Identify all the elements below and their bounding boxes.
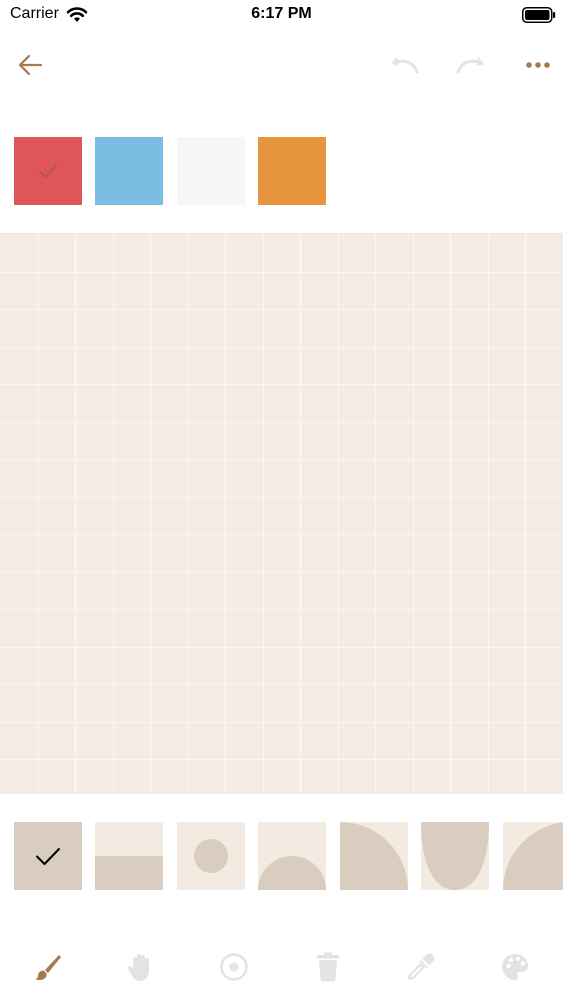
fill-target-button[interactable] [217,950,251,984]
target-icon [220,953,248,981]
pan-tool-button[interactable] [124,950,158,984]
corner-arc-shape [503,822,563,890]
bottom-toolbar [0,945,563,987]
battery-icon [522,7,556,23]
color-swatch-orange[interactable] [258,137,326,205]
shape-tile-bottom-semicircle[interactable] [258,822,326,890]
color-swatch-blue[interactable] [95,137,163,205]
bottom-parabola-shape [421,822,489,890]
status-bar: Carrier 6:17 PM [0,0,563,30]
back-button[interactable] [12,50,48,80]
undo-button[interactable] [386,50,422,80]
quarter-circle-shape [340,822,408,890]
arrow-left-icon [18,54,43,76]
full-square-shape [14,822,82,890]
ellipsis-icon [526,62,550,68]
eyedropper-icon [407,953,435,981]
checkmark-icon [39,164,57,178]
trash-icon [317,952,339,982]
drawing-canvas[interactable] [0,233,563,794]
shape-tile-picker [0,822,563,890]
redo-icon [456,56,484,74]
more-button[interactable] [520,50,556,80]
palette-icon [502,954,528,980]
shape-tile-corner-arc[interactable] [503,822,563,890]
color-swatch-red[interactable] [14,137,82,205]
undo-icon [391,56,419,74]
nav-bar [0,40,563,90]
redo-button[interactable] [453,50,489,80]
shape-tile-quarter-circle[interactable] [340,822,408,890]
paintbrush-icon [35,955,61,980]
delete-button[interactable] [311,950,345,984]
bottom-half-shape [95,856,163,890]
brush-tool-button[interactable] [31,950,65,984]
shape-tile-bottom-parabola[interactable] [421,822,489,890]
center-dot-shape [194,839,228,873]
clock-time: 6:17 PM [251,5,312,22]
eyedropper-button[interactable] [404,950,438,984]
shape-tile-bottom-half[interactable] [95,822,163,890]
shape-tile-center-dot[interactable] [177,822,245,890]
hand-icon [127,954,149,981]
bottom-semicircle-shape [258,856,326,890]
shape-tile-full-square[interactable] [14,822,82,890]
color-swatch-white[interactable] [177,137,245,205]
palette-button[interactable] [498,950,532,984]
canvas-grid [0,234,563,794]
